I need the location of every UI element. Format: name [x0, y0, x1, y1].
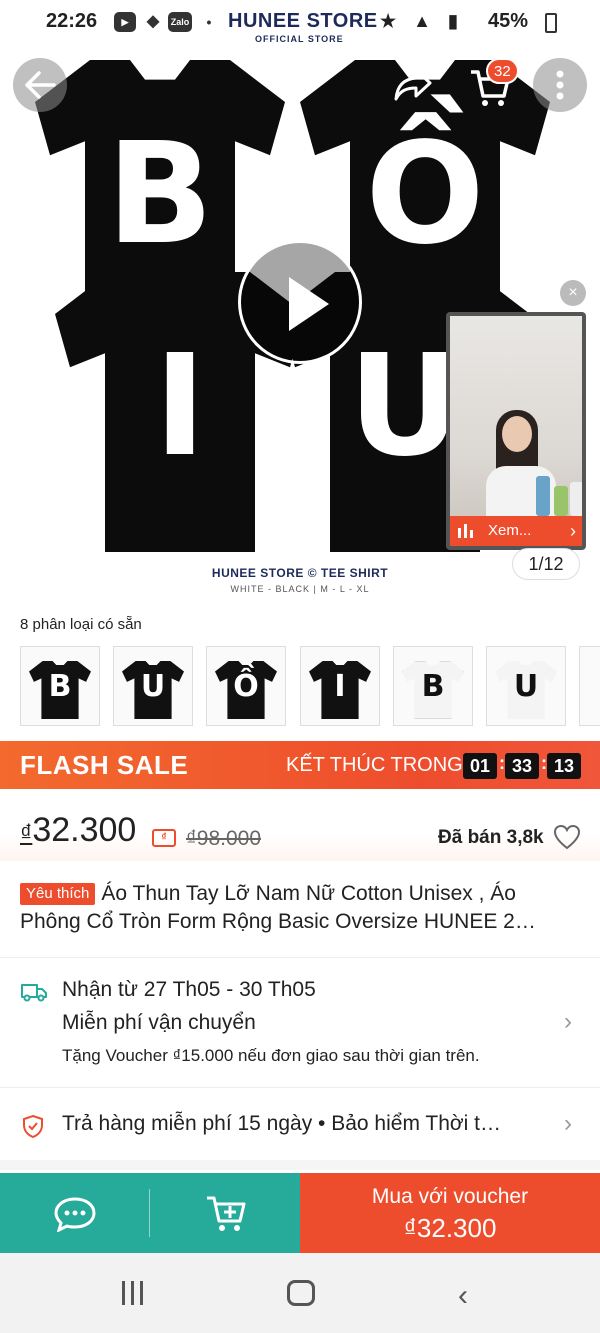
sold-count: Đã bán 3,8k	[438, 827, 544, 848]
favorite-button[interactable]	[552, 822, 582, 852]
system-nav-bar: ‹	[0, 1253, 600, 1333]
battery-icon	[545, 13, 557, 33]
more-icon	[556, 70, 564, 100]
chevron-right-icon: ›	[570, 521, 576, 541]
price-row: ₫32.300 ₫ ₫98.000 Đã bán 3,8k	[0, 789, 600, 861]
product-page: B Ồ I U HUNEE STORE © TEE SHIRT WHITE - …	[0, 0, 600, 1333]
back-button[interactable]	[13, 58, 67, 112]
variant-thumb[interactable]: I	[300, 646, 380, 726]
truck-icon	[21, 984, 47, 1002]
original-price: ₫98.000	[186, 827, 262, 850]
variant-thumb[interactable]: Ồ	[206, 646, 286, 726]
media-app-icon: ▶	[114, 12, 136, 32]
buy-with-voucher-button[interactable]: Mua với voucher ₫32.300	[300, 1173, 600, 1253]
dot-icon: •	[206, 14, 212, 30]
product-title: Yêu thích Áo Thun Tay Lỡ Nam Nữ Cotton Un…	[20, 882, 536, 933]
shield-icon	[23, 1114, 43, 1138]
close-live-button[interactable]: ×	[560, 280, 586, 306]
add-to-cart-icon	[207, 1196, 246, 1231]
voucher-tag-icon: ₫	[152, 829, 176, 847]
battery-level: 45%	[488, 10, 529, 32]
free-shipping-label: Miễn phí vận chuyển	[62, 1011, 256, 1034]
more-options-button[interactable]	[533, 58, 587, 112]
play-video-button[interactable]	[238, 240, 362, 364]
hero-caption: HUNEE STORE © TEE SHIRT	[211, 566, 389, 580]
delivery-window: Nhận từ 27 Th05 - 30 Th05	[62, 978, 316, 1001]
variant-thumb-partial[interactable]	[579, 646, 600, 726]
countdown-seconds: 13	[547, 753, 581, 779]
current-price: ₫32.300	[20, 811, 137, 849]
heart-icon	[553, 824, 581, 850]
live-stream-preview[interactable]: Xem... ›	[446, 312, 586, 550]
countdown-minutes: 33	[505, 753, 539, 779]
live-equalizer-icon	[458, 524, 478, 538]
flash-sale-title: FLASH SALE	[20, 750, 189, 780]
voucher-note: Tặng Voucher ₫15.000 nếu đơn giao sau th…	[62, 1046, 480, 1065]
chat-icon	[54, 1197, 96, 1232]
add-to-cart-button[interactable]	[150, 1173, 300, 1253]
flash-sale-bar[interactable]: FLASH SALE KẾT THÚC TRONG 01 : 33 : 13	[0, 741, 600, 789]
image-counter: 1/12	[512, 548, 580, 580]
returns-guarantee[interactable]: Trả hàng miễn phí 15 ngày • Bảo hiểm Thờ…	[62, 1112, 501, 1136]
home-icon[interactable]	[287, 1280, 315, 1306]
shipping-chevron-icon[interactable]: ›	[564, 1008, 572, 1036]
zalo-icon: Zalo	[168, 12, 192, 32]
cart-count-badge: 32	[486, 58, 519, 84]
status-icons: ★ ▲ ▮	[380, 11, 464, 31]
brand-subtitle: OFFICIAL STORE	[255, 34, 344, 44]
favorite-badge: Yêu thích	[20, 883, 96, 905]
diamond-app-icon: ◆	[146, 13, 160, 30]
recent-apps-icon[interactable]	[120, 1281, 146, 1305]
flash-sale-ends-label: KẾT THÚC TRONG	[286, 754, 463, 776]
variant-thumb[interactable]: U	[486, 646, 566, 726]
chat-button[interactable]	[0, 1173, 150, 1253]
buy-label: Mua với voucher	[371, 1185, 529, 1208]
guarantee-chevron-icon[interactable]: ›	[564, 1110, 572, 1138]
buy-price: ₫32.300	[403, 1213, 497, 1243]
hero-caption-sub: WHITE - BLACK | M - L - XL	[230, 584, 370, 594]
back-arrow-icon	[25, 71, 56, 99]
variant-thumb[interactable]: U	[113, 646, 193, 726]
status-time: 22:26	[46, 10, 98, 32]
live-watch-bar[interactable]: Xem... ›	[450, 516, 582, 546]
nav-back-icon[interactable]: ‹	[458, 1279, 468, 1313]
variant-thumb[interactable]: B	[393, 646, 473, 726]
countdown-hours: 01	[463, 753, 497, 779]
bottom-action-bar: Mua với voucher ₫32.300	[0, 1173, 600, 1253]
share-icon	[394, 68, 432, 101]
live-watch-label: Xem...	[488, 522, 532, 539]
share-button[interactable]	[392, 66, 434, 104]
variant-thumbnails: B U Ồ I B U	[20, 646, 600, 726]
variants-label: 8 phân loại có sẵn	[20, 616, 142, 633]
variant-thumb[interactable]: B	[20, 646, 100, 726]
brand-name: HUNEE STORE	[228, 10, 378, 32]
